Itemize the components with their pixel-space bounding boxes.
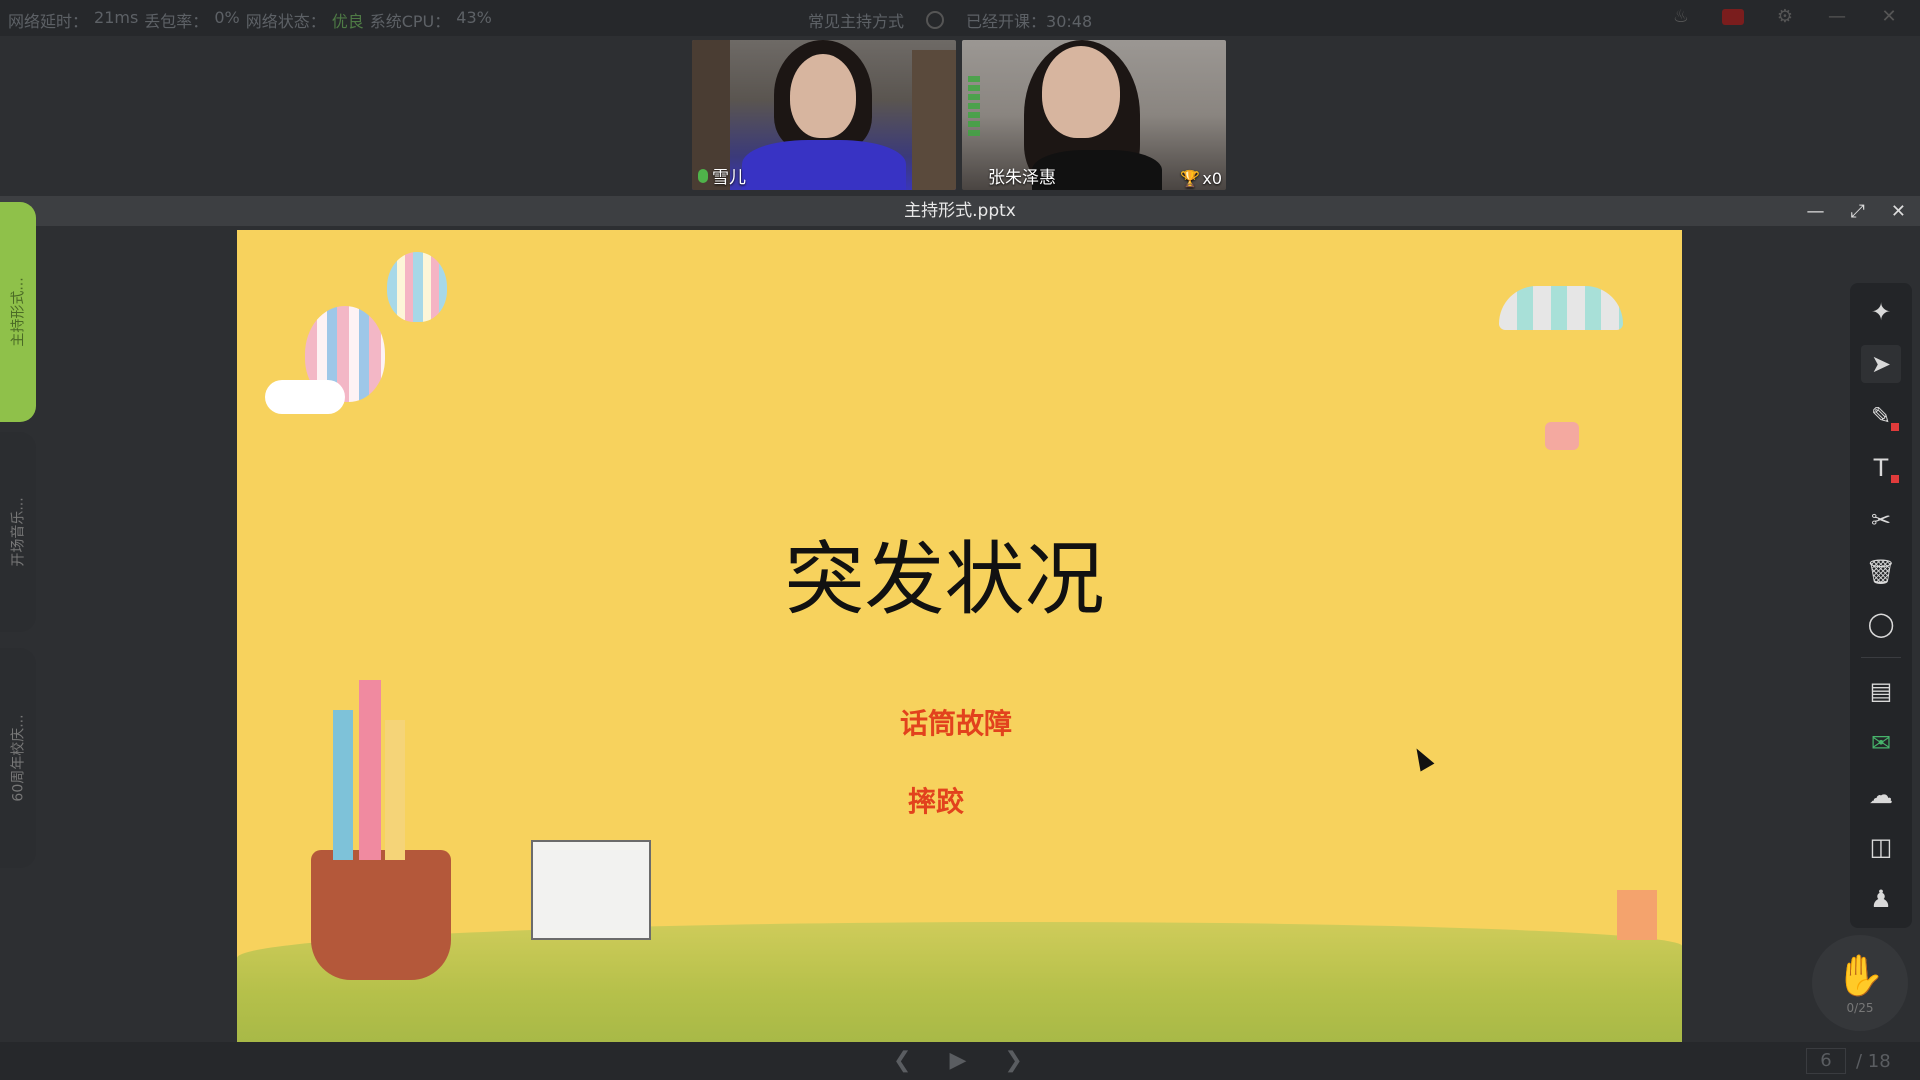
pencil-pot-icon bbox=[311, 850, 451, 980]
page-input[interactable]: 6 bbox=[1806, 1048, 1846, 1074]
document-window-controls: — ⤢ ✕ bbox=[1807, 196, 1907, 226]
person-face bbox=[790, 54, 856, 138]
participant-name: 雪儿 bbox=[698, 163, 746, 188]
shapes-icon[interactable]: ◯ bbox=[1861, 605, 1901, 643]
trophy-count: 🏆 x0 bbox=[1180, 169, 1222, 188]
play-icon[interactable]: ▶ bbox=[949, 1048, 966, 1073]
app-root: 网络延时： 21ms 丢包率： 0% 网络状态： 优良 系统CPU： 43% 常… bbox=[0, 0, 1920, 1080]
parachute-icon bbox=[1499, 286, 1623, 330]
raise-hand-button[interactable]: ✋ 0/25 bbox=[1812, 935, 1908, 1031]
slide-navigation: ❮ ▶ ❯ 6 / 18 bbox=[0, 1042, 1920, 1080]
video-strip: 雪儿 张朱泽惠 🏆 x0 bbox=[692, 40, 1226, 190]
scissors-icon[interactable]: ✂ bbox=[1861, 501, 1901, 539]
pencil-icon bbox=[333, 710, 353, 860]
side-tab-anniversary[interactable]: 60周年校庆... bbox=[0, 648, 36, 868]
gear-icon[interactable]: ⚙ bbox=[1774, 6, 1796, 28]
document-title: 主持形式.pptx bbox=[0, 196, 1920, 226]
close-app-icon[interactable]: ✕ bbox=[1878, 6, 1900, 28]
cpu-label: 系统CPU： bbox=[369, 12, 451, 31]
latency-label: 网络延时： bbox=[8, 12, 89, 31]
bookshelf bbox=[912, 50, 956, 190]
mouse-cursor bbox=[1409, 744, 1435, 772]
pencil-icon bbox=[359, 680, 381, 860]
video-tile[interactable]: 张朱泽惠 🏆 x0 bbox=[962, 40, 1226, 190]
latency-value: 21ms bbox=[94, 8, 139, 27]
net-label: 网络状态： bbox=[245, 12, 326, 31]
elapsed-label: 已经开课： bbox=[966, 12, 1047, 31]
minimize-app-icon[interactable]: — bbox=[1826, 6, 1848, 28]
hand-icon: ✋ bbox=[1835, 952, 1885, 999]
prev-slide-icon[interactable]: ❮ bbox=[893, 1048, 911, 1073]
toolbar-divider bbox=[1861, 657, 1901, 658]
laser-pointer-icon[interactable]: ✦ bbox=[1861, 293, 1901, 331]
course-title: 常见主持方式 bbox=[808, 12, 905, 31]
person-shirt bbox=[742, 140, 906, 190]
windmill-icon bbox=[1617, 890, 1657, 940]
slide-canvas[interactable]: 突发状况 话筒故障 摔跤 bbox=[237, 230, 1682, 1042]
side-tab-music[interactable]: 开场音乐... bbox=[0, 432, 36, 632]
slide-nav-buttons: ❮ ▶ ❯ bbox=[893, 1048, 1023, 1073]
select-move-icon[interactable]: ➤ bbox=[1861, 345, 1901, 383]
clock-icon bbox=[926, 11, 945, 29]
resize-icon[interactable]: ⤢ bbox=[1851, 201, 1865, 222]
loss-label: 丢包率： bbox=[144, 12, 209, 31]
slide-item: 话筒故障 bbox=[900, 707, 1013, 740]
slide-item: 摔跤 bbox=[908, 785, 965, 818]
cloud-icon bbox=[265, 380, 345, 414]
window-actions: ♨ ⚙ — ✕ bbox=[1670, 6, 1900, 28]
course-info: 常见主持方式 已经开课：30:48 bbox=[808, 8, 1092, 32]
book-building-icon bbox=[531, 840, 651, 940]
loss-value: 0% bbox=[214, 8, 240, 27]
person-face bbox=[1042, 46, 1120, 138]
grass-ground bbox=[237, 922, 1682, 1042]
cloud-storage-icon[interactable]: ☁ bbox=[1861, 776, 1901, 814]
toolbox-icon[interactable]: ◫ bbox=[1861, 828, 1901, 866]
audio-level-icon bbox=[968, 76, 980, 146]
cpu-value: 43% bbox=[456, 8, 492, 27]
video-tile[interactable]: 雪儿 bbox=[692, 40, 956, 190]
hot-air-balloon-icon bbox=[387, 252, 447, 322]
trash-icon[interactable]: 🗑 bbox=[1861, 553, 1901, 591]
page-indicator: 6 / 18 bbox=[1806, 1048, 1891, 1074]
pen-icon[interactable]: ✎ bbox=[1861, 397, 1901, 435]
net-value: 优良 bbox=[331, 12, 364, 31]
chat-icon[interactable]: ✉ bbox=[1861, 724, 1901, 762]
close-icon[interactable]: ✕ bbox=[1891, 201, 1906, 222]
minimize-icon[interactable]: — bbox=[1807, 201, 1825, 222]
elapsed-value: 30:48 bbox=[1046, 12, 1093, 31]
mic-icon bbox=[698, 168, 708, 183]
annotation-toolbar: ✦ ➤ ✎ T ✂ 🗑 ◯ ▤ ✉ ☁ ◫ ♟ bbox=[1850, 283, 1912, 928]
pencil-icon bbox=[385, 720, 405, 860]
trophy-icon: 🏆 bbox=[1180, 169, 1201, 188]
next-slide-icon[interactable]: ❯ bbox=[1004, 1048, 1022, 1073]
status-bar: 网络延时： 21ms 丢包率： 0% 网络状态： 优良 系统CPU： 43% 常… bbox=[0, 0, 1920, 36]
hand-count: 0/25 bbox=[1846, 1000, 1874, 1015]
network-stats: 网络延时： 21ms 丢包率： 0% 网络状态： 优良 系统CPU： 43% bbox=[8, 8, 492, 32]
participant-name: 张朱泽惠 bbox=[988, 168, 1056, 188]
slide-title: 突发状况 bbox=[784, 533, 1105, 626]
side-tab-hosting[interactable]: 主持形式... bbox=[0, 202, 36, 422]
members-icon[interactable]: ♟ bbox=[1861, 880, 1901, 918]
textbox-icon[interactable]: ▤ bbox=[1861, 672, 1901, 710]
text-icon[interactable]: T bbox=[1861, 449, 1901, 487]
record-icon[interactable] bbox=[1722, 9, 1744, 25]
page-total: / 18 bbox=[1856, 1050, 1891, 1072]
bell-icon[interactable]: ♨ bbox=[1670, 6, 1692, 28]
parachute-box-icon bbox=[1545, 422, 1579, 450]
